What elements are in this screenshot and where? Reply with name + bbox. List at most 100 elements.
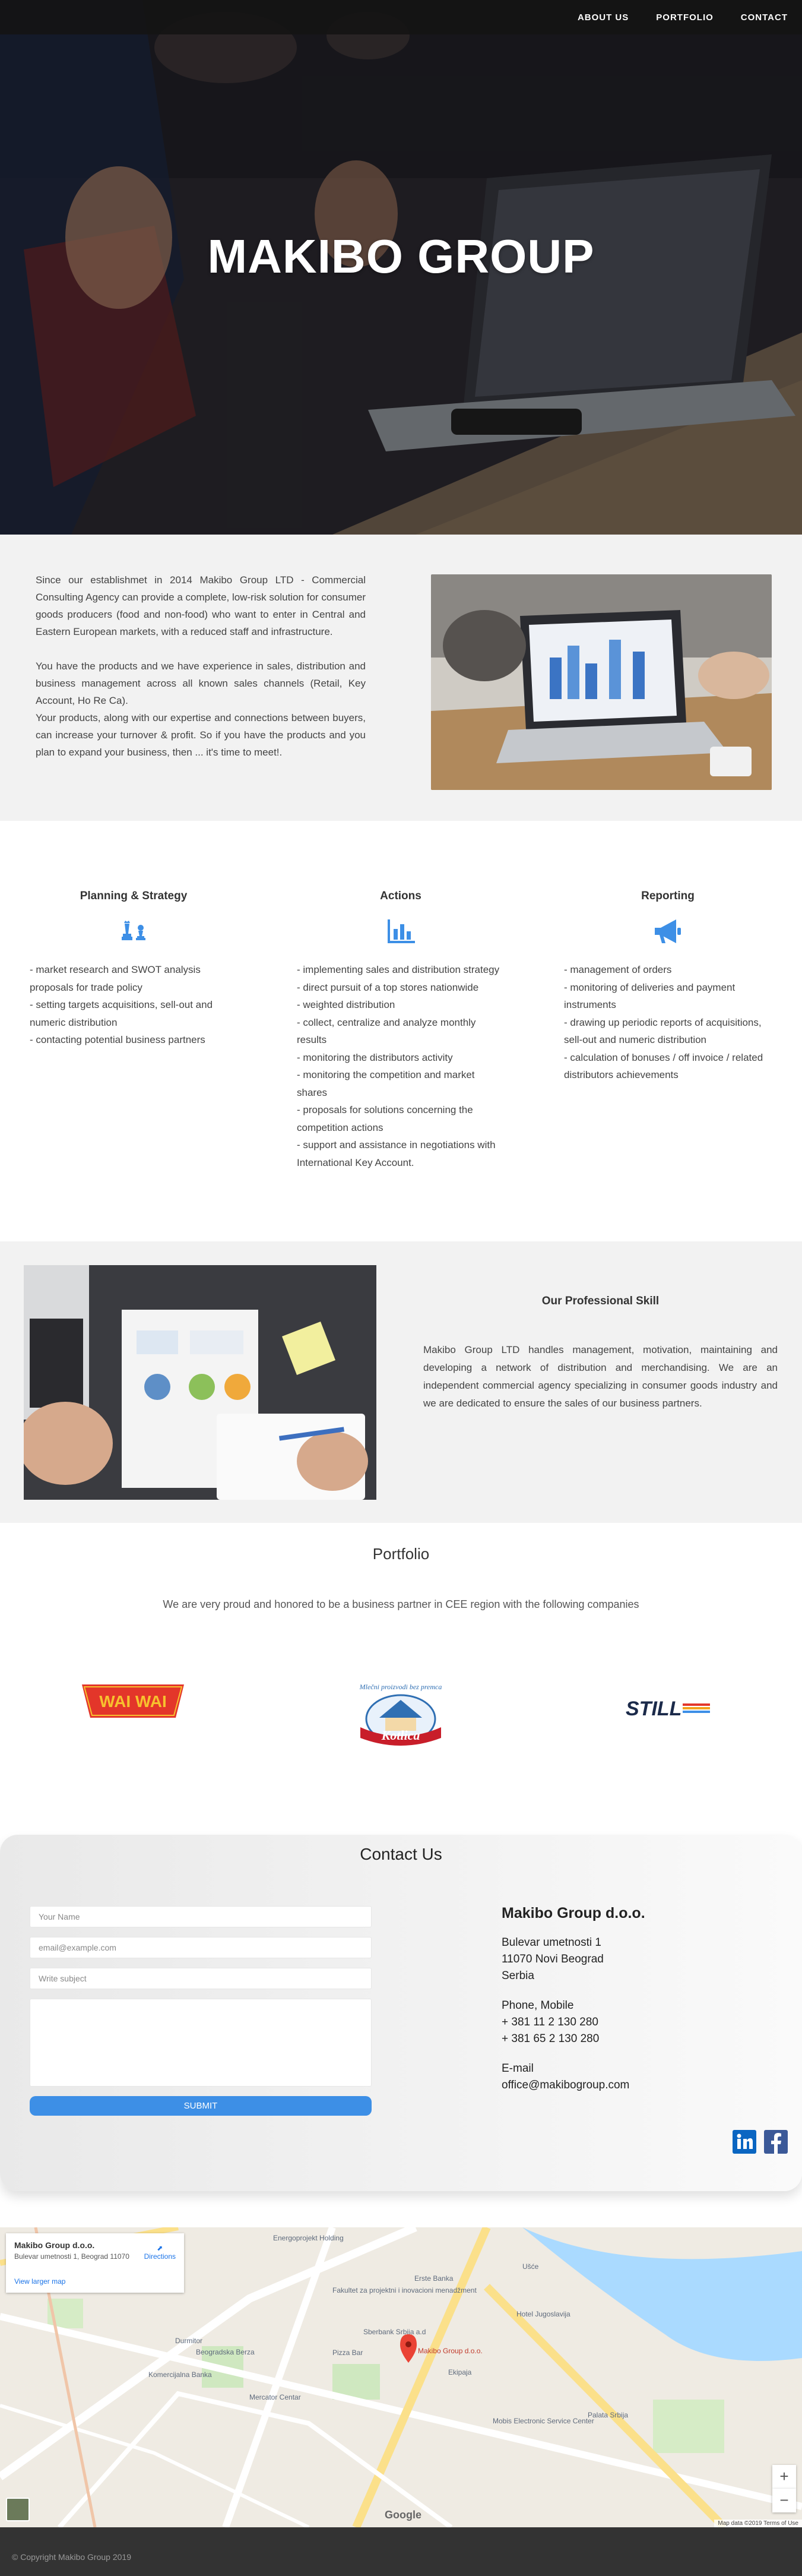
phone-number[interactable]: + 381 11 2 130 280	[502, 2014, 751, 2031]
service-item: - monitoring the distributors activity	[297, 1051, 453, 1063]
email-input[interactable]: email@example.com	[30, 1937, 372, 1958]
top-navigation: ABOUT US PORTFOLIO CONTACT	[0, 0, 802, 34]
contact-title: Contact Us	[360, 1845, 442, 1863]
about-paragraph-2: You have the products and we have experi…	[36, 660, 366, 706]
kotlica-logo-text: Kotlica	[381, 1728, 420, 1743]
location-map[interactable]: Energoprojekt Holding Erste Banka Sberba…	[0, 2227, 802, 2527]
linkedin-icon[interactable]	[733, 2130, 756, 2154]
phone-label: Phone, Mobile	[502, 1999, 574, 2012]
hero-section: MAKIBO GROUP	[0, 0, 802, 535]
megaphone-icon	[655, 919, 681, 943]
contact-section: Contact Us Your Name email@example.com W…	[0, 1835, 802, 2227]
map-label: Komercijalna Banka	[148, 2370, 212, 2379]
hero-title: MAKIBO GROUP	[207, 230, 595, 283]
service-planning-strategy: Planning & Strategy - market research an…	[30, 890, 237, 1049]
map-label: Energoprojekt Holding	[273, 2234, 344, 2242]
address-line: Serbia	[502, 1970, 534, 1982]
copyright-text: © Copyright Makibo Group 2019	[12, 2552, 131, 2562]
address-line: 11070 Novi Beograd	[502, 1953, 604, 1965]
map-label: Durmitor	[175, 2337, 202, 2345]
social-links	[725, 2130, 788, 2154]
service-title: Planning & Strategy	[80, 890, 188, 902]
footer: © Copyright Makibo Group 2019	[0, 2527, 802, 2576]
service-title: Actions	[380, 890, 421, 902]
about-paragraph-1: Since our establishmet in 2014 Makibo Gr…	[36, 574, 366, 637]
satellite-view-toggle[interactable]	[6, 2498, 30, 2521]
waiwai-logo-text: WAI WAI	[99, 1692, 167, 1711]
map-marker-label: Makibo Group d.o.o.	[418, 2347, 483, 2355]
nav-contact[interactable]: CONTACT	[741, 12, 788, 23]
professional-skill-section: Our Professional Skill Makibo Group LTD …	[0, 1241, 802, 1523]
directions-button[interactable]: ⬈ Directions	[144, 2244, 176, 2261]
map-label: Sberbank Srbija a.d	[363, 2328, 426, 2336]
email-label: E-mail	[502, 2062, 534, 2075]
laptop-analytics-photo	[431, 574, 772, 790]
service-actions: Actions - implementing sales and distrib…	[297, 890, 505, 1171]
service-item: - monitoring of deliveries and payment i…	[564, 981, 736, 1011]
service-item: - implementing sales and distribution st…	[297, 964, 500, 975]
map-label: Beogradska Berza	[196, 2348, 255, 2356]
map-label: Ušće	[522, 2262, 539, 2271]
address-line: Bulevar umetnosti 1	[502, 1936, 601, 1949]
map-attribution[interactable]: Map data ©2019 Terms of Use	[714, 2520, 802, 2527]
map-label: Pizza Bar	[332, 2349, 363, 2357]
zoom-out-button[interactable]: −	[772, 2489, 796, 2512]
map-label: Erste Banka	[414, 2274, 454, 2283]
kotlica-tagline: Mlečni proizvodi bez premca	[359, 1683, 442, 1691]
about-section: Since our establishmet in 2014 Makibo Gr…	[0, 535, 802, 821]
portfolio-lead: We are very proud and honored to be a bu…	[163, 1598, 639, 1610]
map-label: Hotel Jugoslavija	[516, 2310, 570, 2318]
service-item: - collect, centralize and analyze monthl…	[297, 1016, 476, 1046]
service-item: - management of orders	[564, 964, 672, 975]
phone-number[interactable]: + 381 65 2 130 280	[502, 2031, 751, 2047]
facebook-icon[interactable]	[764, 2130, 788, 2154]
service-item: - monitoring the competition and market …	[297, 1069, 475, 1098]
service-item: - support and assistance in negotiations…	[297, 1139, 496, 1168]
waiwai-logo[interactable]: WAI WAI	[82, 1683, 184, 1720]
service-item: - drawing up periodic reports of acquisi…	[564, 1016, 762, 1046]
chess-icon	[122, 921, 145, 940]
service-reporting: Reporting - management of orders - monit…	[564, 890, 772, 1084]
service-title: Reporting	[641, 890, 695, 902]
google-logo: Google	[385, 2509, 421, 2521]
charts-desk-photo	[24, 1265, 376, 1500]
still-logo-text: STILL	[626, 1698, 681, 1720]
zoom-in-button[interactable]: +	[772, 2465, 796, 2489]
map-label: Fakultet za projektni i inovacioni menad…	[332, 2286, 477, 2294]
map-label: Palata Srbija	[588, 2411, 628, 2419]
skill-text: Makibo Group LTD handles management, mot…	[423, 1344, 778, 1409]
about-text: Since our establishmet in 2014 Makibo Gr…	[36, 571, 366, 761]
message-textarea[interactable]	[30, 1999, 372, 2087]
map-place-card: Makibo Group d.o.o. Bulevar umetnosti 1,…	[6, 2233, 184, 2293]
map-label: Mercator Centar	[249, 2393, 301, 2401]
submit-button[interactable]: SUBMIT	[30, 2096, 372, 2116]
still-logo[interactable]: STILL	[623, 1695, 712, 1720]
name-input[interactable]: Your Name	[30, 1906, 372, 1927]
map-label: Ekipaja	[448, 2368, 472, 2376]
view-larger-map-link[interactable]: View larger map	[14, 2277, 65, 2286]
skill-title: Our Professional Skill	[541, 1295, 660, 1307]
company-name: Makibo Group d.o.o.	[502, 1905, 645, 1921]
service-item: - proposals for solutions concerning the…	[297, 1104, 473, 1133]
bar-chart-icon	[388, 919, 415, 943]
service-item: - weighted distribution	[297, 999, 395, 1010]
service-item: - market research and SWOT analysis prop…	[30, 964, 201, 993]
contact-card: Contact Us Your Name email@example.com W…	[0, 1835, 802, 2191]
services-section: Planning & Strategy - market research an…	[0, 821, 802, 1241]
email-link[interactable]: office@makibogroup.com	[502, 2077, 751, 2094]
portfolio-section: Portfolio We are very proud and honored …	[0, 1523, 802, 1835]
service-item: - direct pursuit of a top stores nationw…	[297, 981, 479, 993]
contact-form: Your Name email@example.com Write subjec…	[30, 1906, 372, 2116]
service-item: - setting targets acquisitions, sell-out…	[30, 999, 213, 1028]
service-item: - calculation of bonuses / off invoice /…	[564, 1051, 763, 1081]
directions-icon: ⬈	[157, 2244, 163, 2252]
nav-portfolio[interactable]: PORTFOLIO	[656, 12, 714, 23]
nav-about-us[interactable]: ABOUT US	[578, 12, 629, 23]
contact-info: Makibo Group d.o.o. Bulevar umetnosti 1 …	[502, 1905, 751, 2094]
about-paragraph-3: Your products, along with our expertise …	[36, 712, 366, 758]
map-label: Mobis Electronic Service Center	[493, 2417, 594, 2425]
portfolio-title: Portfolio	[372, 1545, 430, 1563]
subject-input[interactable]: Write subject	[30, 1968, 372, 1989]
service-item: - contacting potential business partners	[30, 1034, 205, 1045]
kotlica-logo[interactable]: Mlečni proizvodi bez premca Kotlica	[354, 1681, 447, 1747]
